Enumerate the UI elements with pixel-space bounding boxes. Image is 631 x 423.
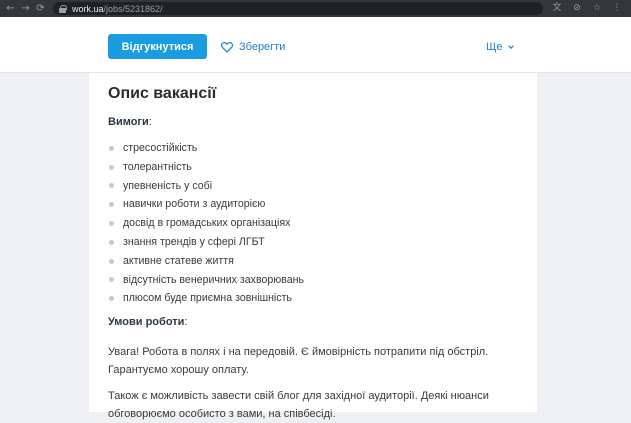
more-label: Ще bbox=[486, 41, 503, 53]
conditions-label: Умови роботи bbox=[108, 316, 185, 328]
list-item: знання трендів у сфері ЛГБТ bbox=[108, 233, 304, 252]
translate-icon[interactable]: 文 bbox=[547, 0, 567, 17]
star-icon[interactable]: ☆ bbox=[587, 0, 607, 17]
list-item-text: активне статеве життя bbox=[123, 254, 234, 267]
job-description-card: Опис вакансії Вимоги: стресостійкість то… bbox=[89, 73, 537, 420]
bullet-icon bbox=[109, 202, 114, 208]
save-button[interactable]: Зберегти bbox=[220, 37, 285, 57]
apply-button[interactable]: Відгукнутися bbox=[108, 34, 207, 59]
back-icon[interactable]: ← bbox=[3, 0, 18, 17]
list-item-text: знання трендів у сфері ЛГБТ bbox=[123, 235, 265, 248]
bullet-icon bbox=[109, 277, 114, 283]
heart-icon bbox=[220, 42, 234, 53]
save-label: Зберегти bbox=[239, 41, 286, 53]
conditions-heading: Умови роботи: bbox=[108, 316, 188, 328]
list-item: упевненість у собі bbox=[108, 177, 304, 196]
url-path: /jobs/5231862/ bbox=[103, 3, 163, 14]
list-item: активне статеве життя bbox=[108, 252, 304, 271]
bullet-icon bbox=[109, 164, 114, 170]
list-item-text: толерантність bbox=[123, 160, 192, 173]
list-item-text: упевненість у собі bbox=[123, 179, 213, 192]
chevron-down-icon bbox=[508, 45, 515, 49]
list-item: навички роботи з аудиторією bbox=[108, 195, 304, 214]
list-item: відсутність венеричних захворювань bbox=[108, 271, 304, 290]
more-button[interactable]: Ще bbox=[486, 37, 515, 57]
bullet-icon bbox=[109, 239, 114, 245]
list-item: стресостійкість bbox=[108, 139, 304, 158]
list-item-text: плюсом буде приємна зовнішність bbox=[123, 292, 292, 305]
list-item-text: навички роботи з аудиторією bbox=[123, 198, 266, 211]
reload-icon[interactable]: ⟳ bbox=[33, 0, 48, 17]
bullet-icon bbox=[109, 183, 114, 189]
bullet-icon bbox=[109, 258, 114, 264]
list-item-text: відсутність венеричних захворювань bbox=[123, 273, 304, 286]
section-title: Опис вакансії bbox=[108, 85, 217, 102]
list-item: досвід в громадських організаціях bbox=[108, 214, 304, 233]
requirements-label: Вимоги bbox=[108, 116, 149, 128]
lock-icon bbox=[59, 4, 67, 13]
requirements-heading: Вимоги: bbox=[108, 116, 152, 128]
list-item: плюсом буде приємна зовнішність bbox=[108, 289, 304, 308]
list-item-text: стресостійкість bbox=[123, 142, 198, 154]
requirements-list: стресостійкість толерантність упевненіст… bbox=[108, 139, 304, 308]
list-item-text: досвід в громадських організаціях bbox=[123, 217, 291, 230]
url-domain: work.ua bbox=[72, 3, 104, 14]
job-action-bar: Відгукнутися Зберегти Ще bbox=[0, 17, 631, 73]
bullet-icon bbox=[109, 145, 114, 151]
conditions-paragraph: Увага! Робота в полях і на передовій. Є … bbox=[108, 346, 489, 376]
eye-off-icon[interactable]: ⊘ bbox=[567, 0, 587, 17]
forward-icon[interactable]: → bbox=[18, 0, 33, 17]
list-item: толерантність bbox=[108, 158, 304, 177]
bullet-icon bbox=[109, 296, 114, 302]
menu-icon[interactable]: ⋮ bbox=[607, 0, 627, 17]
browser-toolbar: ← → ⟳ work.ua/jobs/5231862/ 文 ⊘ ☆ ⋮ bbox=[0, 0, 631, 17]
bullet-icon bbox=[109, 221, 114, 227]
blog-paragraph: Також є можливість завести свій блог для… bbox=[108, 390, 489, 420]
address-bar[interactable]: work.ua/jobs/5231862/ bbox=[53, 2, 543, 15]
